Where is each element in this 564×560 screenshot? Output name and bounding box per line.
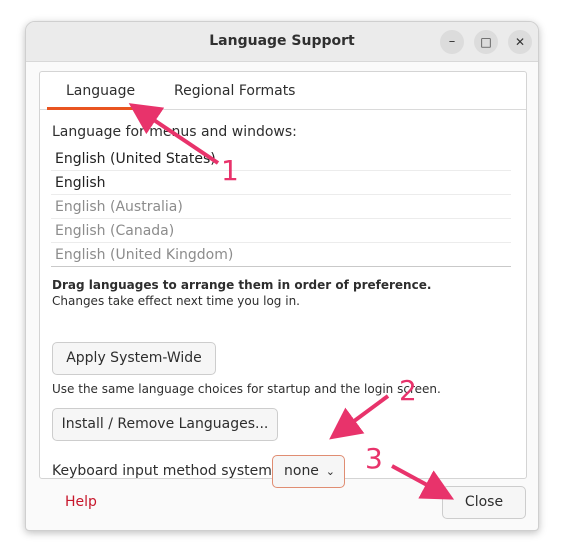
tab-language[interactable]: Language [66,83,135,99]
language-support-window: Language Support – □ ✕ Language Regional… [25,21,539,531]
language-item[interactable]: English (United Kingdom) [51,243,511,267]
annotation-marker-3: 3 [365,442,383,475]
help-button[interactable]: Help [65,494,97,510]
language-list-heading: Language for menus and windows: [52,124,297,140]
tab-bar: Language Regional Formats [40,72,526,110]
active-tab-indicator [47,107,148,110]
apply-system-wide-button[interactable]: Apply System-Wide [52,342,216,375]
maximize-button[interactable]: □ [474,30,498,54]
language-item[interactable]: English [51,171,511,195]
minimize-button[interactable]: – [440,30,464,54]
language-item[interactable]: English (Canada) [51,219,511,243]
keyboard-input-value: none [284,463,319,479]
close-button[interactable]: Close [442,486,526,519]
chevron-down-icon: ⌄ [325,465,335,478]
annotation-marker-1: 1 [221,154,239,187]
close-window-button[interactable]: ✕ [508,30,532,54]
tab-content-area: Language Regional Formats Language for m… [39,71,527,488]
install-remove-languages-button[interactable]: Install / Remove Languages... [52,408,278,441]
titlebar: Language Support – □ ✕ [26,22,538,62]
drag-hint: Drag languages to arrange them in order … [52,278,432,292]
tab-regional-formats[interactable]: Regional Formats [174,83,295,99]
drag-subhint: Changes take effect next time you log in… [52,294,300,308]
keyboard-input-method-dropdown[interactable]: none ⌄ [272,455,345,488]
language-item[interactable]: English (Australia) [51,195,511,219]
keyboard-input-label: Keyboard input method system: [52,463,277,479]
annotation-marker-2: 2 [399,374,417,407]
language-item[interactable]: English (United States) [51,147,511,171]
apply-hint: Use the same language choices for startu… [52,382,441,396]
